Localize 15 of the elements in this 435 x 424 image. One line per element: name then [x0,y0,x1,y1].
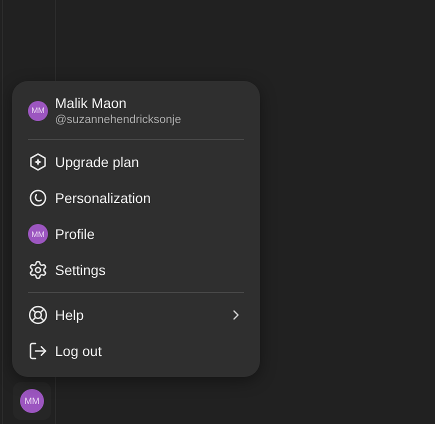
menu-item[interactable]: Log out [12,333,260,369]
user-handle: @suzannehendricksonje [55,114,182,126]
circle-icon [28,188,48,208]
hexagon-sparkle-icon [28,152,48,172]
lifebuoy-icon [28,305,48,325]
logout-icon [28,341,48,361]
avatar-initials: MM [28,100,48,120]
menu-item[interactable]: Settings [12,252,260,288]
settings-icon [28,260,48,280]
menu-item[interactable]: Personalization [12,180,260,216]
menu-item[interactable]: MM Profile [12,216,260,252]
menu-item[interactable]: Upgrade plan [12,144,260,180]
menu-item[interactable]: Help [12,297,260,333]
avatar-initials: MM [28,224,48,244]
user-name: Malik Maon [55,95,128,111]
